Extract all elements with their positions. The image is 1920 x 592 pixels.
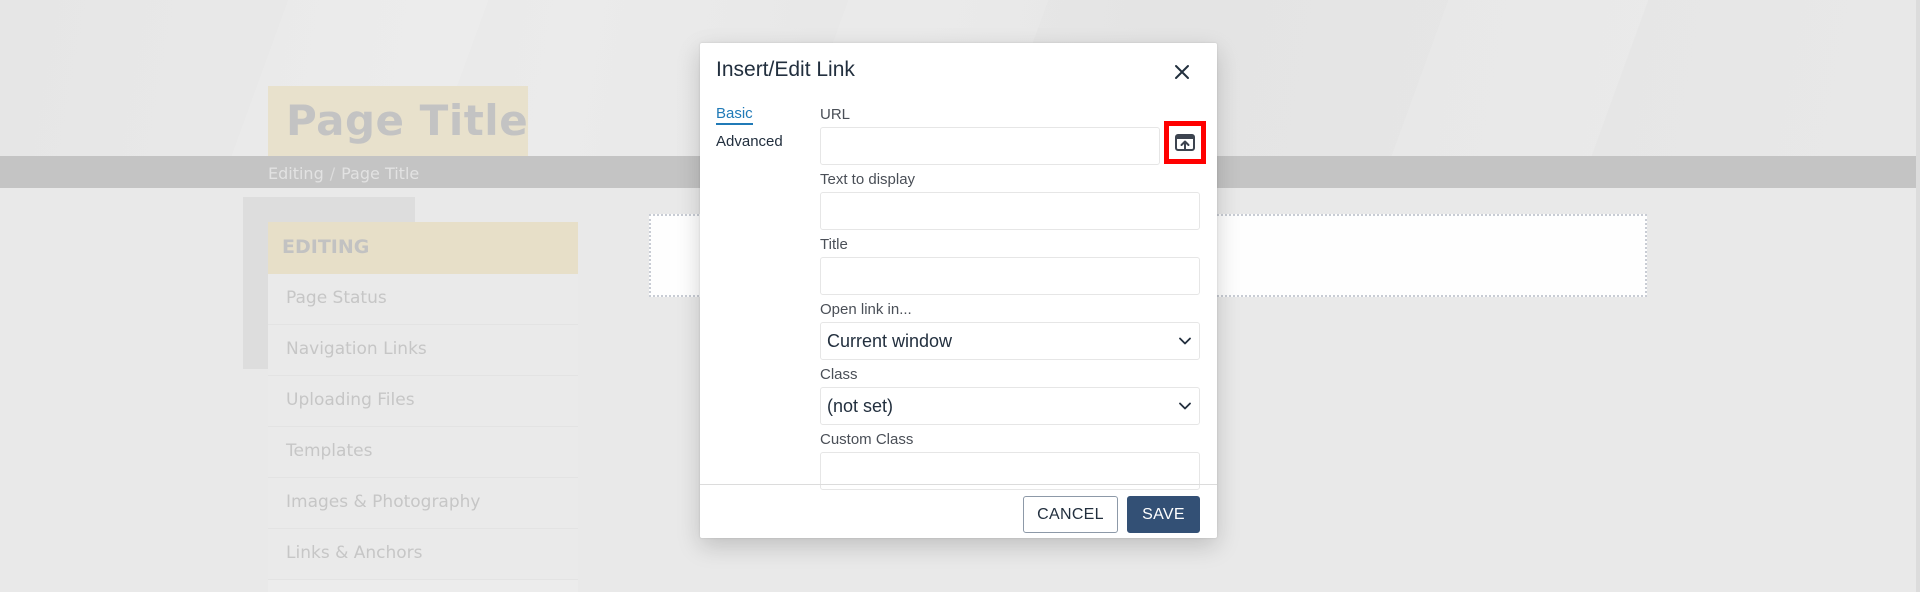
text-to-display-input[interactable]	[821, 193, 1199, 229]
text-to-display-label: Text to display	[820, 171, 916, 188]
class-label: Class	[820, 366, 858, 383]
hero-decoration	[1391, 0, 1649, 156]
insert-edit-link-dialog: Insert/Edit Link Basic Advanced URL Text…	[700, 43, 1217, 538]
close-icon	[1175, 65, 1189, 79]
title-input[interactable]	[821, 258, 1199, 294]
title-label: Title	[820, 236, 848, 253]
breadcrumb: Editing / Page Title	[268, 164, 419, 183]
sidebar-heading: EDITING	[268, 222, 578, 274]
close-button[interactable]	[1167, 57, 1197, 87]
chevron-down-icon	[1179, 337, 1191, 345]
sidebar-item-page-status[interactable]: Page Status	[268, 274, 578, 325]
sidebar-item-templates[interactable]: Templates	[268, 427, 578, 478]
sidebar-item-images-photography[interactable]: Images & Photography	[268, 478, 578, 529]
open-link-in-select[interactable]: Current window	[820, 322, 1200, 360]
chevron-down-icon	[1179, 402, 1191, 410]
class-select[interactable]: (not set)	[820, 387, 1200, 425]
scrollbar-edge	[1916, 0, 1920, 592]
custom-class-label: Custom Class	[820, 431, 914, 448]
sidebar-item-links-anchors[interactable]: Links & Anchors	[268, 529, 578, 580]
sidebar-item-navigation-links[interactable]: Navigation Links	[268, 325, 578, 376]
dialog-footer: CANCEL SAVE	[700, 484, 1217, 538]
class-value: (not set)	[827, 395, 894, 416]
cancel-button[interactable]: CANCEL	[1023, 496, 1118, 533]
save-button[interactable]: SAVE	[1127, 496, 1200, 533]
sidebar: EDITING Page Status Navigation Links Upl…	[268, 222, 578, 592]
browse-url-button[interactable]	[1164, 121, 1206, 164]
sidebar-item-uploading-files[interactable]: Uploading Files	[268, 376, 578, 427]
dialog-title: Insert/Edit Link	[716, 58, 855, 81]
open-link-in-value: Current window	[827, 330, 953, 351]
dialog-tabs: Basic Advanced	[716, 105, 806, 163]
breadcrumb-item-editing[interactable]: Editing	[268, 164, 324, 183]
url-field-wrapper	[820, 127, 1160, 165]
url-label: URL	[820, 106, 851, 123]
open-link-in-label: Open link in...	[820, 301, 912, 318]
text-to-display-wrapper	[820, 192, 1200, 230]
browse-upload-icon	[1175, 133, 1195, 151]
page-title: Page Title	[286, 96, 529, 145]
url-input[interactable]	[821, 128, 1159, 164]
breadcrumb-item-current: Page Title	[341, 164, 420, 183]
tab-basic[interactable]: Basic	[716, 105, 753, 125]
link-form: URL Text to display Title Open link in..…	[820, 105, 1200, 492]
tab-advanced[interactable]: Advanced	[716, 133, 806, 150]
title-wrapper	[820, 257, 1200, 295]
breadcrumb-separator: /	[329, 164, 336, 183]
